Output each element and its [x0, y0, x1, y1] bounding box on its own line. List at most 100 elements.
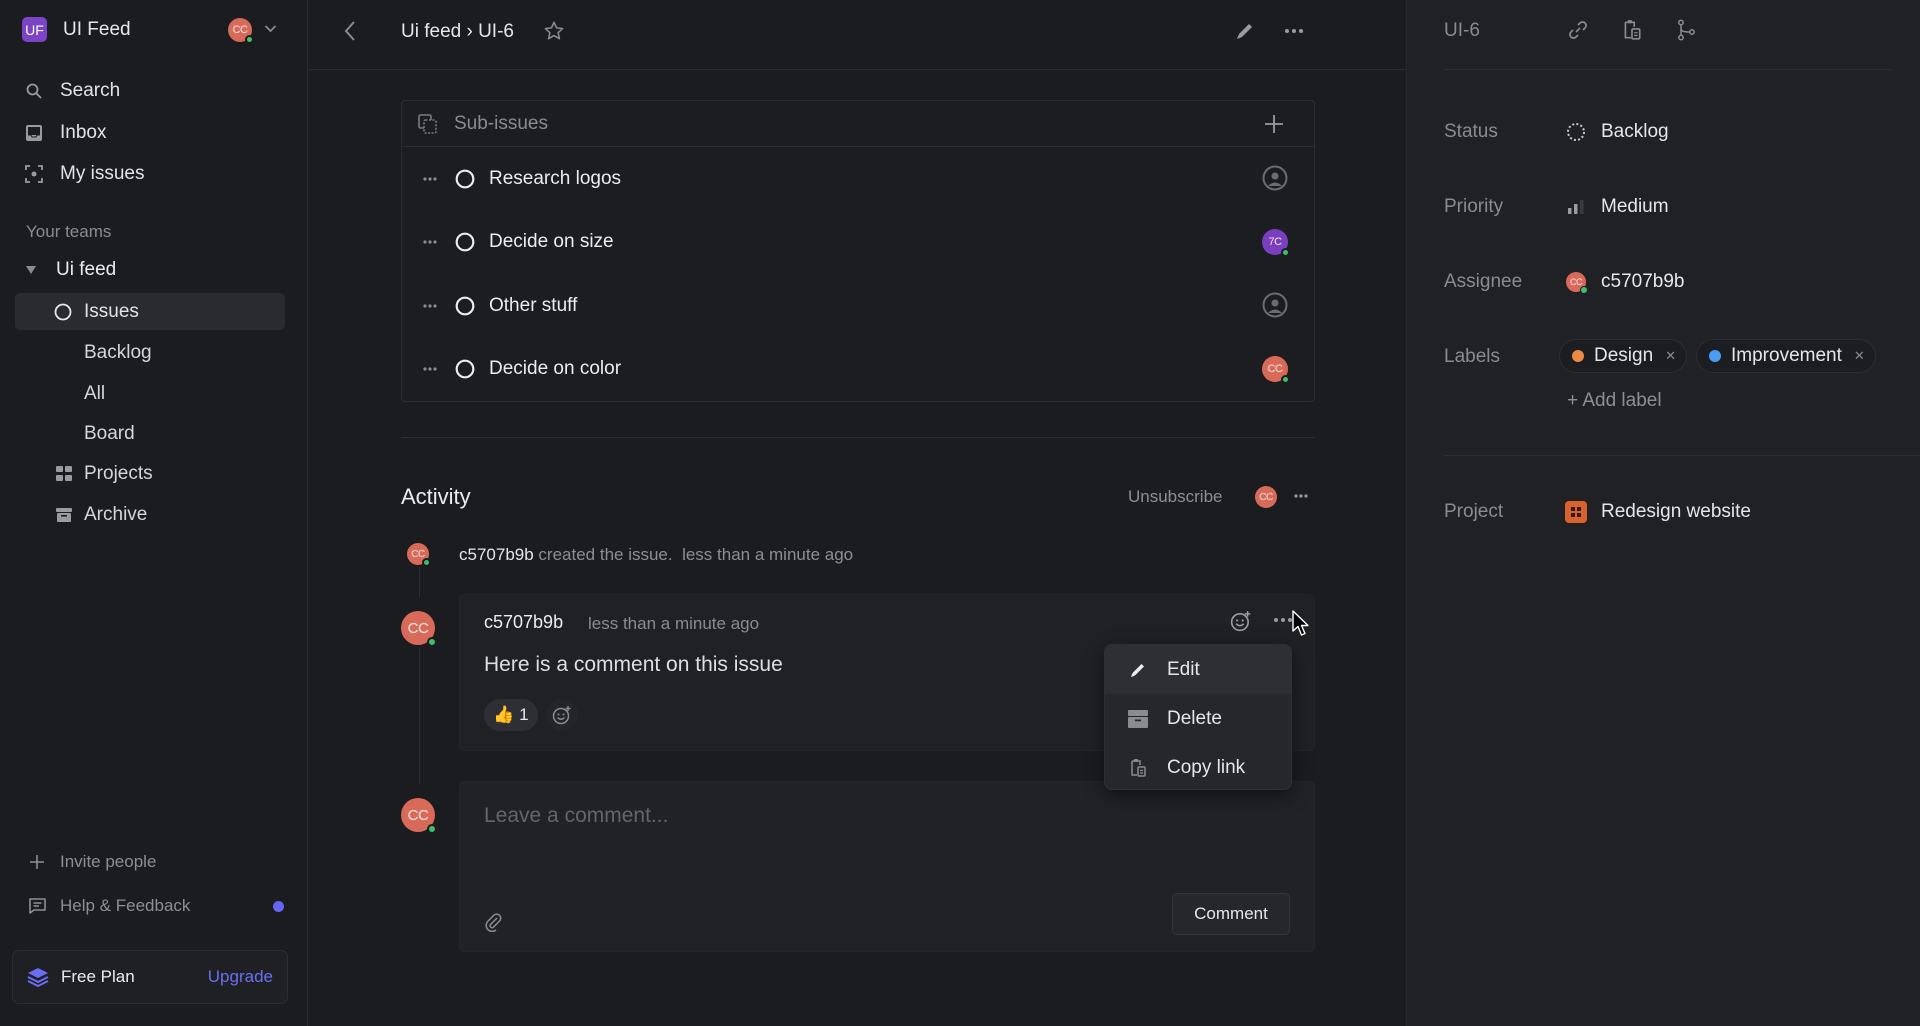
inbox-icon — [22, 121, 46, 145]
sub-issue-row[interactable]: Other stuff — [402, 274, 1314, 338]
timeline-connector — [419, 567, 420, 597]
git-branch-icon[interactable] — [1675, 19, 1697, 41]
projects-grid-icon — [54, 466, 74, 482]
menu-item-edit[interactable]: Edit — [1105, 645, 1291, 694]
plan-card: Free Plan Upgrade — [12, 950, 288, 1004]
label-name: Design — [1594, 345, 1654, 366]
user-avatar-button[interactable]: CC — [228, 18, 254, 44]
activity-more-icon[interactable] — [1293, 488, 1309, 504]
copy-link-icon[interactable] — [1567, 19, 1589, 41]
clipboard-icon[interactable] — [1621, 19, 1643, 41]
avatar-initials: CC — [407, 806, 429, 824]
sidebar-item-all[interactable]: All — [84, 383, 105, 405]
avatar: CC — [1262, 355, 1290, 384]
back-button[interactable] — [343, 19, 357, 43]
unsubscribe-button[interactable]: Unsubscribe — [1128, 487, 1223, 507]
topbar: Ui feed › UI-6 — [309, 0, 1406, 70]
search-icon — [22, 79, 46, 103]
unassigned-avatar-icon[interactable] — [1262, 165, 1288, 191]
avatar: 7C — [1262, 228, 1290, 257]
issue-status-circle-icon[interactable] — [455, 359, 475, 379]
issue-status-circle-icon[interactable] — [455, 296, 475, 316]
comment-composer[interactable]: Leave a comment... Comment — [459, 781, 1315, 952]
archive-box-icon — [1127, 709, 1149, 728]
project-selector[interactable]: Redesign website — [1565, 501, 1751, 523]
clipboard-icon — [1127, 758, 1149, 778]
more-options-icon[interactable] — [1283, 20, 1305, 42]
chevron-down-icon[interactable] — [264, 24, 277, 33]
sub-issue-row[interactable]: Decide on size 7C — [402, 211, 1314, 275]
sub-issue-row[interactable]: Decide on color CC — [402, 338, 1314, 402]
status-selector[interactable]: Backlog — [1565, 121, 1669, 143]
sidebar-item-issues[interactable]: Issues — [15, 293, 285, 330]
notification-dot — [273, 901, 284, 912]
add-reaction-icon[interactable] — [546, 699, 578, 731]
reaction-thumbs-up[interactable]: 👍 1 — [484, 699, 538, 731]
avatar-initials: CC — [411, 548, 425, 560]
team-ui-feed[interactable]: Ui feed — [26, 259, 116, 281]
assignee-avatar[interactable]: 7C — [1262, 228, 1290, 257]
drag-handle-icon[interactable] — [423, 367, 437, 371]
sub-issue-row[interactable]: Research logos — [402, 147, 1314, 211]
menu-item-delete[interactable]: Delete — [1105, 694, 1291, 743]
help-feedback-link[interactable]: Help & Feedback — [26, 896, 190, 916]
comment-body: Here is a comment on this issue — [484, 653, 783, 676]
add-label-button[interactable]: + Add label — [1567, 390, 1662, 412]
sidebar-item-archive[interactable]: Archive — [54, 504, 147, 526]
assignee-selector[interactable]: CC c5707b9b — [1565, 271, 1684, 294]
sub-issues-header: Sub-issues — [402, 101, 1314, 147]
backlog-status-icon — [1565, 122, 1587, 142]
remove-label-icon[interactable]: ✕ — [1854, 348, 1865, 364]
assignee-avatar[interactable]: CC — [1262, 355, 1290, 384]
subscriber-avatar[interactable]: CC — [1255, 486, 1277, 508]
menu-item-copy-link[interactable]: Copy link — [1105, 743, 1291, 789]
avatar: CC — [1255, 486, 1277, 508]
comment-submit-button[interactable]: Comment — [1172, 893, 1290, 935]
comment-more-icon[interactable] — [1273, 612, 1293, 628]
issue-properties-panel: UI-6 Status Backlog Priority Medium Assi… — [1406, 0, 1920, 1026]
edit-pencil-icon[interactable] — [1234, 20, 1256, 42]
menu-item-label: Copy link — [1167, 756, 1246, 778]
issue-status-circle-icon[interactable] — [455, 169, 475, 189]
online-indicator — [427, 824, 437, 834]
drag-handle-icon[interactable] — [423, 304, 437, 308]
priority-selector[interactable]: Medium — [1565, 196, 1669, 218]
upgrade-link[interactable]: Upgrade — [208, 967, 273, 987]
attachment-paperclip-icon[interactable] — [484, 912, 502, 932]
avatar-initials: 7C — [1268, 235, 1282, 248]
menu-item-label: Delete — [1167, 707, 1222, 729]
label-chip-improvement[interactable]: Improvement ✕ — [1696, 339, 1876, 373]
remove-label-icon[interactable]: ✕ — [1665, 348, 1676, 364]
drag-handle-icon[interactable] — [423, 240, 437, 244]
avatar: CC — [407, 543, 431, 567]
priority-value: Medium — [1601, 196, 1669, 217]
nav-my-issues[interactable]: My issues — [22, 162, 144, 186]
nav-search[interactable]: Search — [22, 79, 120, 103]
label-color-dot — [1572, 350, 1584, 362]
status-label: Status — [1444, 121, 1498, 142]
invite-people-link[interactable]: Invite people — [26, 852, 156, 872]
add-sub-issue-button[interactable] — [1264, 114, 1284, 134]
project-icon — [1565, 501, 1587, 523]
drag-handle-icon[interactable] — [423, 177, 437, 181]
sidebar-item-projects[interactable]: Projects — [54, 463, 153, 485]
project-value: Redesign website — [1601, 501, 1751, 522]
favorite-star-icon[interactable] — [543, 20, 565, 42]
online-indicator — [245, 35, 254, 44]
sidebar-item-backlog[interactable]: Backlog — [84, 342, 152, 364]
online-indicator — [422, 558, 431, 567]
comment-input[interactable]: Leave a comment... — [484, 804, 668, 828]
online-indicator — [1281, 374, 1290, 384]
breadcrumb[interactable]: Ui feed › UI-6 — [401, 21, 514, 43]
sidebar-item-board[interactable]: Board — [84, 423, 135, 445]
nav-inbox[interactable]: Inbox — [22, 121, 106, 145]
issue-status-circle-icon[interactable] — [455, 232, 475, 252]
unassigned-avatar-icon[interactable] — [1262, 292, 1288, 318]
comment-author[interactable]: c5707b9b — [484, 612, 563, 633]
workspace-name[interactable]: UI Feed — [63, 19, 131, 41]
event-user[interactable]: c5707b9b — [459, 545, 534, 564]
label-chip-design[interactable]: Design ✕ — [1559, 339, 1688, 373]
avatar-initials: CC — [1259, 491, 1273, 503]
sub-issue-title: Research logos — [489, 167, 622, 189]
add-reaction-icon[interactable] — [1230, 610, 1252, 632]
